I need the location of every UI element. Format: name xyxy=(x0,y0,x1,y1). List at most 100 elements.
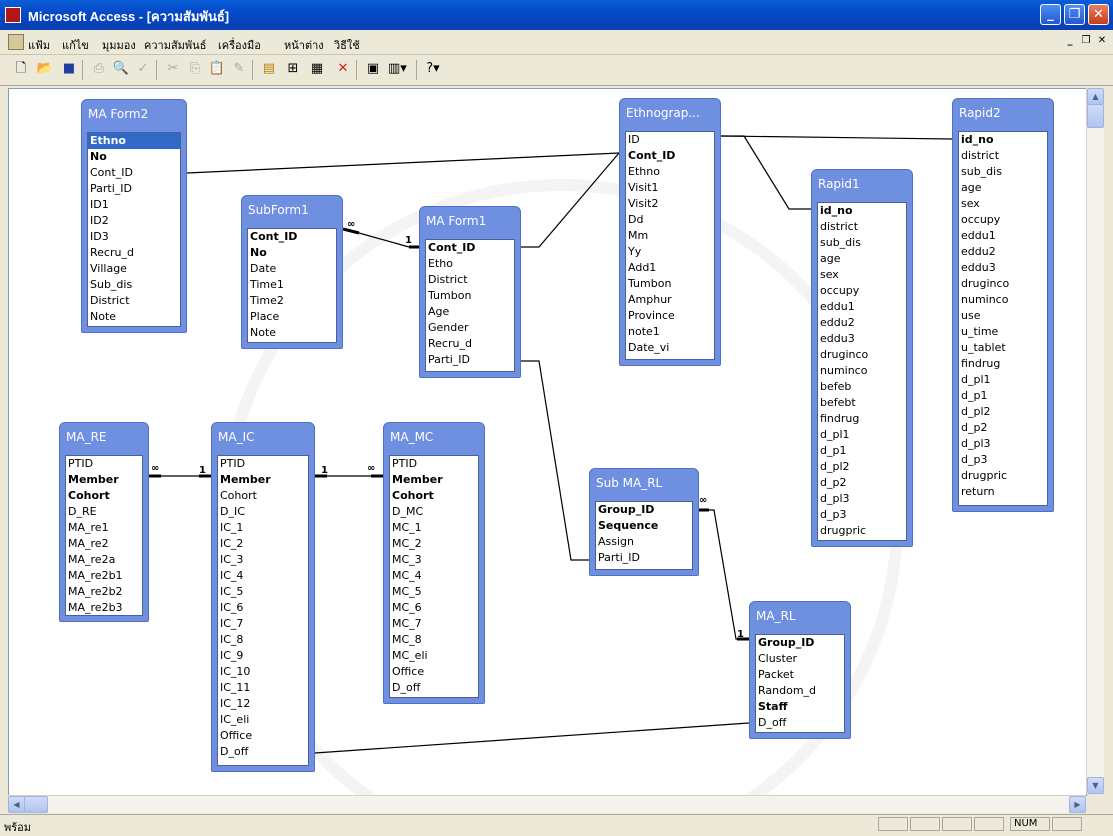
table-title[interactable]: MA_MC xyxy=(384,423,484,451)
menu-tools[interactable]: เครื่องมือ xyxy=(218,36,261,54)
table-title[interactable]: Ethnograp... xyxy=(620,99,720,127)
show-table-icon[interactable]: ▤ xyxy=(260,60,278,78)
field-item[interactable]: district xyxy=(959,148,1047,164)
field-item[interactable]: MA_re1 xyxy=(66,520,142,536)
table-ethnograp[interactable]: Ethnograp... ID Cont_ID Ethno Visit1 Visit2 Dd… xyxy=(619,98,721,366)
field-item[interactable]: Cluster xyxy=(756,651,844,667)
field-item[interactable]: Group_ID xyxy=(596,502,692,518)
field-item[interactable]: sub_dis xyxy=(959,164,1047,180)
field-item[interactable]: d_pl3 xyxy=(959,436,1047,452)
field-list[interactable]: Ethno No Cont_ID Parti_ID ID1 ID2 ID3 Recru_d Vi… xyxy=(87,132,181,327)
horizontal-scrollbar[interactable]: ◀ ▶ xyxy=(8,795,1086,813)
field-item[interactable]: Age xyxy=(426,304,514,320)
doc-restore-icon[interactable]: ❐ xyxy=(1078,34,1094,48)
field-item[interactable]: District xyxy=(426,272,514,288)
field-item[interactable]: D_off xyxy=(756,715,844,731)
table-sub-ma-rl[interactable]: Sub MA_RL Group_ID Sequence Assign Parti_ID xyxy=(589,468,699,576)
field-item[interactable]: MA_re2b3 xyxy=(66,600,142,616)
field-item[interactable]: return xyxy=(959,484,1047,500)
field-list[interactable]: PTID Member Cohort D_RE MA_re1 MA_re2 MA_re2a M… xyxy=(65,455,143,616)
field-item[interactable]: id_no xyxy=(959,132,1047,148)
table-ma-mc[interactable]: MA_MC PTID Member Cohort D_MC MC_1 MC_2 MC_3 MC_… xyxy=(383,422,485,704)
menu-view[interactable]: มุมมอง xyxy=(102,36,136,54)
print-preview-icon[interactable]: 🔍 xyxy=(112,60,130,78)
field-item[interactable]: d_p2 xyxy=(959,420,1047,436)
field-item[interactable]: Parti_ID xyxy=(88,181,180,197)
field-item[interactable]: ID1 xyxy=(88,197,180,213)
field-item[interactable]: druginco xyxy=(818,347,906,363)
field-item[interactable]: id_no xyxy=(818,203,906,219)
field-item[interactable]: d_pl2 xyxy=(959,404,1047,420)
field-item[interactable]: district xyxy=(818,219,906,235)
hscroll-thumb[interactable] xyxy=(24,796,48,813)
field-list[interactable]: Cont_ID No Date Time1 Time2 Place Note xyxy=(247,228,337,343)
relationships-doc-icon[interactable] xyxy=(8,34,24,50)
minimize-button[interactable]: _ xyxy=(1040,4,1061,25)
menu-help[interactable]: วิธีใช้ xyxy=(334,36,360,54)
field-list[interactable]: Group_ID Sequence Assign Parti_ID xyxy=(595,501,693,570)
field-item[interactable]: Province xyxy=(626,308,714,324)
field-item[interactable]: u_time xyxy=(959,324,1047,340)
show-direct-icon[interactable]: ⊞ xyxy=(284,60,302,78)
field-item[interactable]: Assign xyxy=(596,534,692,550)
field-item[interactable]: age xyxy=(818,251,906,267)
field-item[interactable]: eddu2 xyxy=(818,315,906,331)
show-all-icon[interactable]: ▦ xyxy=(308,60,326,78)
field-list[interactable]: Group_ID Cluster Packet Random_d Staff D_off xyxy=(755,634,845,733)
table-title[interactable]: Rapid2 xyxy=(953,99,1053,127)
field-item[interactable]: eddu1 xyxy=(959,228,1047,244)
field-item[interactable]: Ethno xyxy=(88,133,180,149)
field-item[interactable]: IC_11 xyxy=(218,680,308,696)
field-item[interactable]: D_RE xyxy=(66,504,142,520)
field-item[interactable]: Ethno xyxy=(626,164,714,180)
field-item[interactable]: IC_6 xyxy=(218,600,308,616)
field-item[interactable]: MC_7 xyxy=(390,616,478,632)
scroll-down-icon[interactable]: ▼ xyxy=(1087,777,1104,794)
save-icon[interactable]: ■ xyxy=(60,60,78,78)
field-item[interactable]: PTID xyxy=(66,456,142,472)
table-rapid2[interactable]: Rapid2 id_no district sub_dis age sex occupy ed… xyxy=(952,98,1054,512)
field-item[interactable]: MC_1 xyxy=(390,520,478,536)
field-item[interactable]: findrug xyxy=(818,411,906,427)
field-item[interactable]: Cont_ID xyxy=(88,165,180,181)
field-item[interactable]: Visit1 xyxy=(626,180,714,196)
restore-button[interactable]: ❐ xyxy=(1064,4,1085,25)
field-list[interactable]: PTID Member Cohort D_MC MC_1 MC_2 MC_3 MC_4 MC_5… xyxy=(389,455,479,698)
field-item[interactable]: Place xyxy=(248,309,336,325)
field-item[interactable]: d_pl1 xyxy=(818,427,906,443)
table-title[interactable]: MA_RL xyxy=(750,602,850,630)
open-icon[interactable]: 📂 xyxy=(36,60,54,78)
field-item[interactable]: Note xyxy=(248,325,336,341)
database-window-icon[interactable]: ▣ xyxy=(364,60,382,78)
field-item[interactable]: Etho xyxy=(426,256,514,272)
field-item[interactable]: numinco xyxy=(959,292,1047,308)
format-painter-icon[interactable]: ✎ xyxy=(230,60,248,78)
table-ma-rl[interactable]: MA_RL Group_ID Cluster Packet Random_d Staff D… xyxy=(749,601,851,739)
field-item[interactable]: Office xyxy=(390,664,478,680)
help-icon[interactable]: ?▾ xyxy=(424,60,442,78)
field-item[interactable]: eddu2 xyxy=(959,244,1047,260)
access-app-icon[interactable] xyxy=(5,7,21,23)
field-item[interactable]: Parti_ID xyxy=(596,550,692,566)
field-item[interactable]: note1 xyxy=(626,324,714,340)
scroll-left-icon[interactable]: ◀ xyxy=(8,796,25,813)
field-item[interactable]: Random_d xyxy=(756,683,844,699)
table-ma-form2[interactable]: MA Form2 Ethno No Cont_ID Parti_ID ID1 ID2 ID3 R… xyxy=(81,99,187,333)
field-item[interactable]: Cohort xyxy=(390,488,478,504)
print-icon[interactable]: ⎙ xyxy=(90,60,108,78)
field-item[interactable]: Member xyxy=(218,472,308,488)
field-list[interactable]: id_no district sub_dis age sex occupy eddu1 edd… xyxy=(958,131,1048,506)
field-item[interactable]: D_MC xyxy=(390,504,478,520)
field-item[interactable]: MA_re2b1 xyxy=(66,568,142,584)
field-item[interactable]: IC_10 xyxy=(218,664,308,680)
field-item[interactable]: Packet xyxy=(756,667,844,683)
menu-window[interactable]: หน้าต่าง xyxy=(284,36,324,54)
table-subform1[interactable]: SubForm1 Cont_ID No Date Time1 Time2 Place Note xyxy=(241,195,343,349)
field-item[interactable]: Member xyxy=(390,472,478,488)
field-item[interactable]: drugpric xyxy=(959,468,1047,484)
field-item[interactable]: Cohort xyxy=(218,488,308,504)
field-item[interactable]: Cont_ID xyxy=(248,229,336,245)
table-title[interactable]: MA_RE xyxy=(60,423,148,451)
doc-close-icon[interactable]: ✕ xyxy=(1094,34,1110,48)
field-item[interactable]: IC_9 xyxy=(218,648,308,664)
